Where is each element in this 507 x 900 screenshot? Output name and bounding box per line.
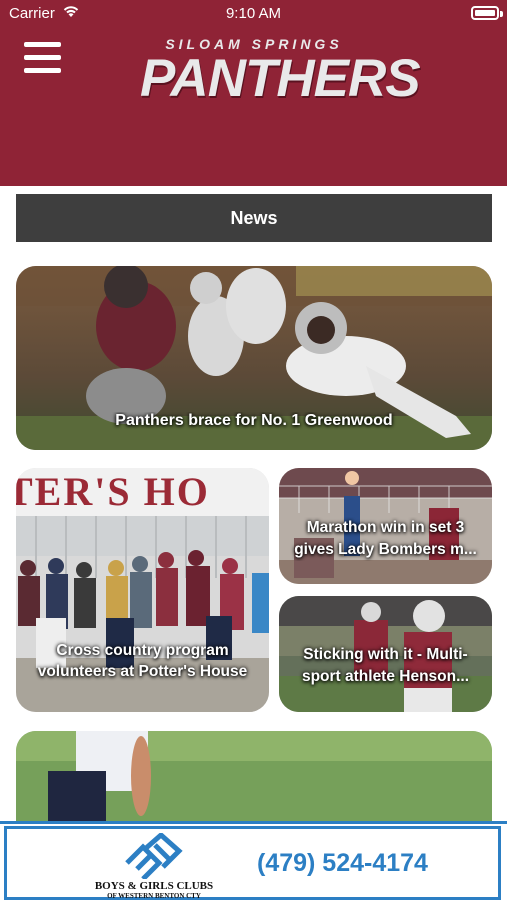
article-title-line1: Sticking with it - Multi- (303, 646, 468, 663)
article-card[interactable]: TER'S HO Cross country program volunteer… (16, 468, 269, 712)
ad-org-name: BOYS & GIRLS CLUBS OF WESTERN BENTON CTY (91, 881, 217, 900)
article-title-line2: sport athlete Henson... (301, 668, 470, 685)
boys-girls-clubs-logo (125, 833, 183, 879)
article-title: Sticking with it - Multi- sport athlete … (279, 644, 492, 688)
hamburger-menu-icon[interactable] (24, 42, 61, 74)
logo-team-name: PANTHERS (140, 49, 421, 108)
news-section-header[interactable]: News (16, 194, 492, 242)
article-title: Marathon win in set 3 gives Lady Bombers… (279, 517, 492, 561)
status-time: 9:10 AM (225, 5, 282, 22)
team-logo: SILOAM SPRINGS PANTHERS (140, 36, 421, 112)
battery-nub (500, 11, 503, 17)
article-card[interactable]: Marathon win in set 3 gives Lady Bombers… (279, 468, 492, 584)
ad-org-subtitle: OF WESTERN BENTON CTY (107, 892, 201, 900)
article-title-line2: volunteers at Potter's House (37, 663, 248, 680)
article-title: Cross country program volunteers at Pott… (16, 640, 269, 682)
article-card[interactable]: Sticking with it - Multi- sport athlete … (279, 596, 492, 712)
article-title: Panthers brace for No. 1 Greenwood (115, 412, 393, 429)
app-header: Carrier 9:10 AM SILOAM SPRINGS PANTHERS (0, 0, 507, 186)
ad-banner: BOYS & GIRLS CLUBS OF WESTERN BENTON CTY… (0, 821, 507, 900)
status-bar: Carrier 9:10 AM (0, 0, 507, 28)
article-title-line1: Marathon win in set 3 (306, 519, 465, 536)
article-title-line1: Cross country program (56, 642, 229, 659)
ad-phone-number[interactable]: (479) 524-4174 (257, 849, 428, 878)
battery-icon (471, 6, 499, 20)
ad-org-title: BOYS & GIRLS CLUBS (94, 880, 214, 892)
article-title-line2: gives Lady Bombers m... (294, 541, 477, 558)
article-card-featured[interactable]: Panthers brace for No. 1 Greenwood (16, 266, 492, 450)
building-sign-text: TER'S HO (16, 469, 210, 514)
ad-link[interactable]: BOYS & GIRLS CLUBS OF WESTERN BENTON CTY… (4, 826, 501, 900)
